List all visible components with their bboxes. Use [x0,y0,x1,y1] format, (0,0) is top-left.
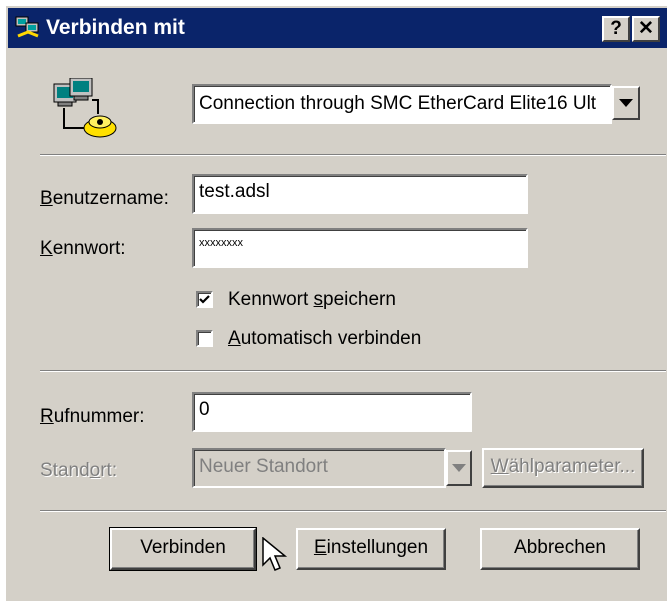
dialog-window: Verbinden mit ? ✕ Connection through SMC… [4,4,667,601]
phone-input[interactable]: 0 [192,392,472,432]
separator [40,370,666,372]
connection-select[interactable]: Connection through SMC EtherCard Elite16… [192,84,612,124]
separator [40,154,666,156]
dial-up-connection-icon [53,78,117,138]
username-input[interactable]: test.adsl [192,174,528,214]
network-computers-icon [15,16,39,38]
help-icon[interactable]: ? [602,16,630,42]
dropdown-arrow-icon[interactable] [612,86,640,120]
mouse-cursor-icon [262,537,288,571]
window-title: Verbinden mit [46,16,185,39]
cancel-button[interactable]: Abbrechen [480,528,640,570]
username-label: Benutzername: [40,188,169,209]
location-label: Standort: [40,460,118,481]
settings-button[interactable]: Einstellungen [296,528,446,570]
save-password-label[interactable]: Kennwort speichern [228,289,396,311]
connect-button[interactable]: Verbinden [109,527,257,571]
dial-parameters-button[interactable]: Wählparameter... [482,448,644,488]
auto-connect-label[interactable]: Automatisch verbinden [228,328,421,350]
phone-label: Rufnummer: [40,406,145,427]
location-select[interactable]: Neuer Standort [192,448,446,488]
save-password-checkbox[interactable] [196,291,213,308]
auto-connect-checkbox[interactable] [196,330,213,347]
dropdown-arrow-icon[interactable] [446,450,472,486]
password-label: Kennwort: [40,238,126,259]
password-input[interactable]: xxxxxxxx [192,228,528,268]
close-icon[interactable]: ✕ [632,16,660,42]
title-bar[interactable]: Verbinden mit ? ✕ [8,8,667,48]
checkmark-icon [199,295,210,304]
separator [40,510,666,512]
